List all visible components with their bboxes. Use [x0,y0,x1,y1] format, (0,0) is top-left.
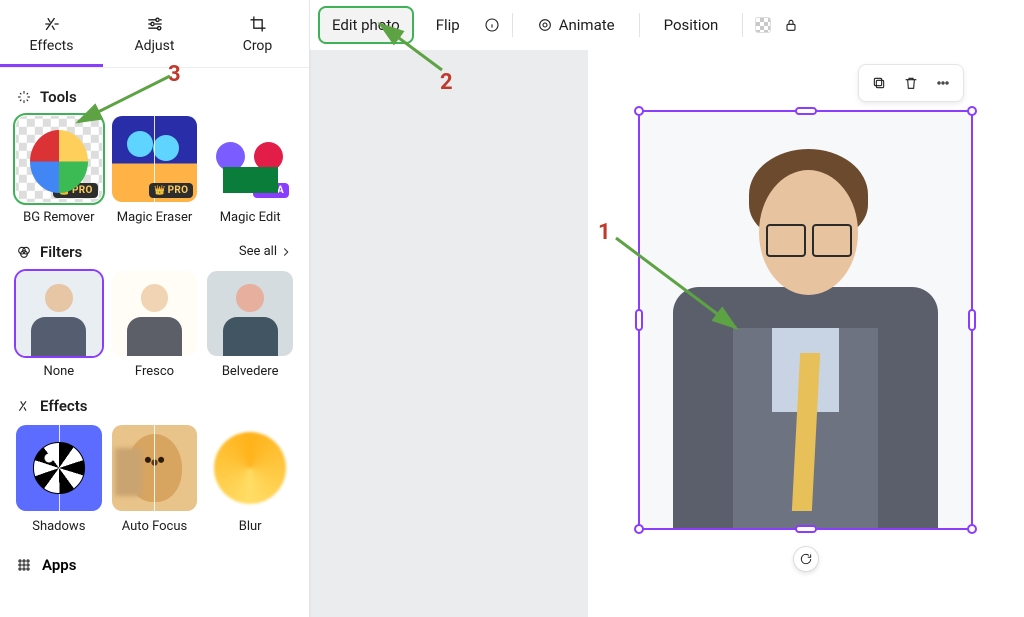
section-filters-title: Filters [40,243,82,261]
canvas-area[interactable]: 1 [588,50,1024,617]
apps-grid-icon [16,557,32,573]
tool-magic-edit-label: Magic Edit [220,210,281,225]
fx-icon [42,14,62,34]
crop-icon [248,14,268,34]
section-effects-title: Effects [40,397,87,415]
tool-bg-remover[interactable]: PRO BG Remover [16,116,102,225]
chevron-right-icon [279,245,293,259]
more-icon [935,75,951,91]
filter-none[interactable]: None [16,271,102,380]
resize-handle-e[interactable] [968,309,976,331]
filter-fresco-label: Fresco [135,364,174,379]
sparkle-icon [16,89,32,105]
editor-stage-wrap: Edit photo Flip Animate Position [310,0,1024,617]
toolbar-divider [639,13,640,37]
edit-photo-label: Edit photo [332,16,400,34]
context-toolbar: Edit photo Flip Animate Position [310,0,1024,50]
filters-see-all[interactable]: See all [239,244,293,259]
panel-tabs: Effects Adjust Crop [0,0,309,68]
tool-magic-edit[interactable]: BETA Magic Edit [207,116,293,225]
pro-badge: PRO [149,183,193,198]
flip-button[interactable]: Flip [424,8,472,42]
section-filters: Filters See all None Fresco [16,243,293,380]
section-apps[interactable]: Apps [16,552,293,584]
beta-badge: BETA [253,183,289,198]
page-gutter [310,50,588,617]
delete-button[interactable] [897,69,925,97]
effects-side-panel: Effects Adjust Crop Tools [0,0,310,617]
tab-effects-label: Effects [30,38,74,54]
rotate-handle[interactable] [793,546,819,572]
trash-icon [903,75,919,91]
resize-handle-sw[interactable] [634,524,644,534]
rotate-icon [799,552,813,566]
annotation-number-2: 2 [440,70,453,95]
tool-bg-remover-label: BG Remover [23,210,94,225]
effect-auto-focus[interactable]: Auto Focus [112,425,198,534]
annotation-number-3: 3 [168,62,181,87]
fx-icon [16,398,32,414]
edit-photo-button[interactable]: Edit photo [320,8,412,42]
sliders-icon [145,14,165,34]
effect-blur[interactable]: Blur [207,425,293,534]
panel-scroll-body[interactable]: Tools PRO BG Remover PRO Magic Eraser BE… [0,68,309,617]
filter-belvedere-label: Belvedere [222,364,279,379]
effect-shadows-label: Shadows [32,519,85,534]
filter-none-label: None [43,364,74,379]
section-tools-title: Tools [40,88,77,106]
toolbar-divider [512,13,513,37]
editor-stage: 1 [310,50,1024,617]
tab-adjust-label: Adjust [135,38,175,54]
resize-handle-nw[interactable] [634,106,644,116]
duplicate-button[interactable] [865,69,893,97]
resize-handle-n[interactable] [795,107,817,115]
filters-icon [16,244,32,260]
filter-belvedere[interactable]: Belvedere [207,271,293,380]
annotation-number-1: 1 [598,220,611,245]
tab-adjust[interactable]: Adjust [103,0,206,67]
effect-shadows[interactable]: Shadows [16,425,102,534]
lock-icon[interactable] [783,17,799,33]
section-effects: Effects Shadows Auto Focus Blur [16,397,293,534]
animate-button[interactable]: Animate [525,8,627,42]
more-button[interactable] [929,69,957,97]
resize-handle-s[interactable] [795,525,817,533]
section-tools: Tools PRO BG Remover PRO Magic Eraser BE… [16,88,293,225]
resize-handle-ne[interactable] [967,106,977,116]
filter-fresco[interactable]: Fresco [112,271,198,380]
tab-effects[interactable]: Effects [0,0,103,67]
flip-label: Flip [436,16,460,34]
resize-handle-se[interactable] [967,524,977,534]
tool-magic-eraser[interactable]: PRO Magic Eraser [112,116,198,225]
animate-icon [537,17,553,33]
tool-magic-eraser-label: Magic Eraser [117,210,193,225]
effect-blur-label: Blur [239,519,262,534]
toolbar-divider [742,13,743,37]
effect-auto-focus-label: Auto Focus [122,519,188,534]
tab-crop-label: Crop [243,38,273,54]
animate-label: Animate [559,16,615,34]
element-float-toolbar [858,64,964,102]
position-label: Position [664,16,719,34]
transparency-icon[interactable] [755,17,771,33]
tab-crop[interactable]: Crop [206,0,309,67]
selected-photo-element[interactable] [638,110,973,530]
position-button[interactable]: Position [652,8,731,42]
duplicate-icon [871,75,887,91]
section-apps-title: Apps [42,556,76,574]
resize-handle-w[interactable] [635,309,643,331]
pro-badge: PRO [53,183,97,198]
info-icon[interactable] [484,17,500,33]
photo-content [640,112,971,528]
see-all-label: See all [239,244,277,259]
